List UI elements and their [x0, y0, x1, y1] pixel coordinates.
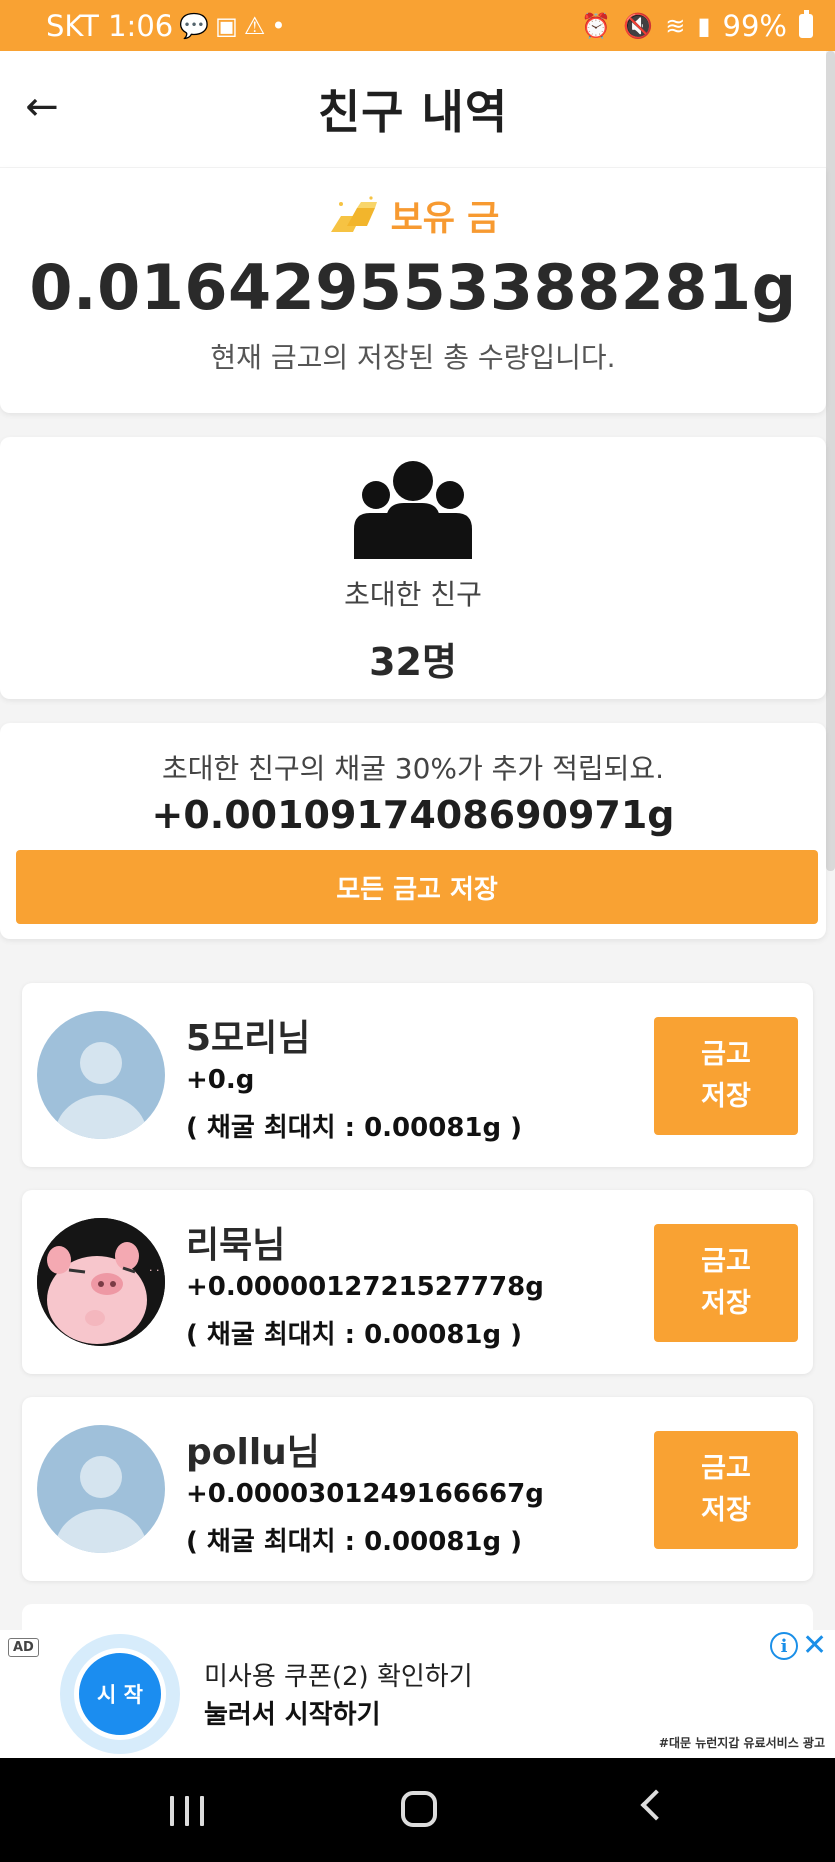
ad-line1: 미사용 쿠폰(2) 확인하기 — [204, 1662, 473, 1692]
home-icon[interactable] — [401, 1791, 437, 1827]
dot-icon: • — [271, 11, 286, 40]
system-nav-bar — [0, 1758, 835, 1862]
warning-icon: ⚠ — [243, 11, 266, 40]
friend-amount: +0.0000012721527778g — [186, 1272, 544, 1302]
status-left: SKT 1:06 💬 ▣ ⚠ • — [46, 9, 285, 43]
avatar: · · — [37, 1218, 165, 1346]
friend-amount: +0.0000301249166667g — [186, 1479, 544, 1509]
friend-row: 5모리님 +0.g ( 채굴 최대치 : 0.00081g ) 금고 저장 — [22, 983, 813, 1167]
save-vault-label-line1: 금고 — [701, 1453, 751, 1484]
friend-name: pollu님 — [186, 1432, 320, 1473]
invited-friends-count: 32명 — [369, 640, 457, 684]
talk-icon: 💬 — [179, 11, 210, 40]
invited-friends-label: 초대한 친구 — [344, 578, 482, 611]
friend-name: 5모리님 — [186, 1018, 311, 1059]
avatar — [37, 1011, 165, 1139]
save-all-button[interactable]: 모든 금고 저장 — [16, 850, 818, 924]
status-bar: SKT 1:06 💬 ▣ ⚠ • ⏰ 🔇 ≋ ▮ 99% — [0, 0, 835, 51]
ad-start-label: 시 작 — [74, 1648, 166, 1740]
people-group-icon — [354, 461, 472, 559]
friend-history-screen: SKT 1:06 💬 ▣ ⚠ • ⏰ 🔇 ≋ ▮ 99% ← 친구 내역 보유 … — [0, 0, 835, 1862]
save-vault-button[interactable]: 금고 저장 — [654, 1017, 798, 1135]
avatar — [37, 1425, 165, 1553]
status-right: ⏰ 🔇 ≋ ▮ 99% — [581, 9, 813, 43]
alarm-icon: ⏰ — [581, 11, 612, 40]
back-icon[interactable] — [640, 1789, 672, 1821]
ad-banner[interactable]: AD 시 작 미사용 쿠폰(2) 확인하기 눌러서 시작하기 i ✕ #대문 뉴… — [0, 1628, 835, 1758]
friend-max: ( 채굴 최대치 : 0.00081g ) — [186, 1113, 523, 1143]
friend-amount: +0.g — [186, 1065, 255, 1095]
holdings-description: 현재 금고의 저장된 총 수량입니다. — [210, 341, 616, 374]
app-header: ← 친구 내역 — [0, 51, 826, 167]
holdings-label-row: 보유 금 — [0, 190, 826, 241]
save-vault-label-line2: 저장 — [701, 1288, 751, 1319]
save-vault-label-line1: 금고 — [701, 1246, 751, 1277]
save-vault-label-line1: 금고 — [701, 1039, 751, 1070]
friend-row: pollu님 +0.0000301249166667g ( 채굴 최대치 : 0… — [22, 1397, 813, 1581]
battery-percent: 99% — [722, 8, 787, 43]
invited-friends-card: 초대한 친구 32명 — [0, 437, 826, 699]
bonus-description: 초대한 친구의 채굴 30%가 추가 적립되요. — [161, 752, 665, 785]
calendar-icon: ▣ — [215, 11, 238, 40]
scrollbar[interactable] — [826, 51, 835, 871]
ad-line2: 눌러서 시작하기 — [204, 1700, 381, 1730]
ad-footer: #대문 뉴런지갑 유료서비스 광고 — [658, 1736, 825, 1750]
save-vault-label-line2: 저장 — [701, 1081, 751, 1112]
close-icon[interactable]: ✕ — [802, 1628, 827, 1663]
default-user-icon — [55, 1042, 147, 1139]
holdings-amount: 0.016429553388281g — [29, 251, 797, 324]
recent-apps-icon[interactable] — [170, 1796, 204, 1826]
bonus-card: 초대한 친구의 채굴 30%가 추가 적립되요. +0.001091740869… — [0, 723, 826, 939]
signal-icon: ▮ — [697, 11, 711, 40]
holdings-card: 보유 금 0.016429553388281g 현재 금고의 저장된 총 수량입… — [0, 168, 826, 413]
battery-icon — [799, 9, 813, 38]
friend-name: 리묵님 — [186, 1225, 286, 1266]
carrier-time: SKT 1:06 — [46, 8, 174, 43]
friend-max: ( 채굴 최대치 : 0.00081g ) — [186, 1527, 523, 1557]
holdings-label: 보유 금 — [390, 199, 500, 239]
page-title: 친구 내역 — [317, 85, 509, 139]
save-vault-button[interactable]: 금고 저장 — [654, 1224, 798, 1342]
info-icon[interactable]: i — [770, 1632, 798, 1660]
gold-bars-icon — [330, 195, 377, 232]
arrow-left-icon[interactable]: ← — [20, 84, 64, 130]
ad-tag: AD — [8, 1638, 39, 1657]
pig-avatar-icon: · · — [37, 1218, 165, 1346]
friend-max: ( 채굴 최대치 : 0.00081g ) — [186, 1320, 523, 1350]
friend-row: · · 리묵님 +0.0000012721527778g ( 채굴 최대치 : … — [22, 1190, 813, 1374]
mute-icon: 🔇 — [623, 11, 654, 40]
svg-text:· ·: · · — [149, 1264, 160, 1277]
wifi-icon: ≋ — [665, 11, 686, 40]
ad-start-button[interactable]: 시 작 — [60, 1634, 180, 1754]
save-vault-button[interactable]: 금고 저장 — [654, 1431, 798, 1549]
default-user-icon — [55, 1456, 147, 1553]
bonus-amount: +0.0010917408690971g — [151, 793, 675, 837]
save-vault-label-line2: 저장 — [701, 1495, 751, 1526]
